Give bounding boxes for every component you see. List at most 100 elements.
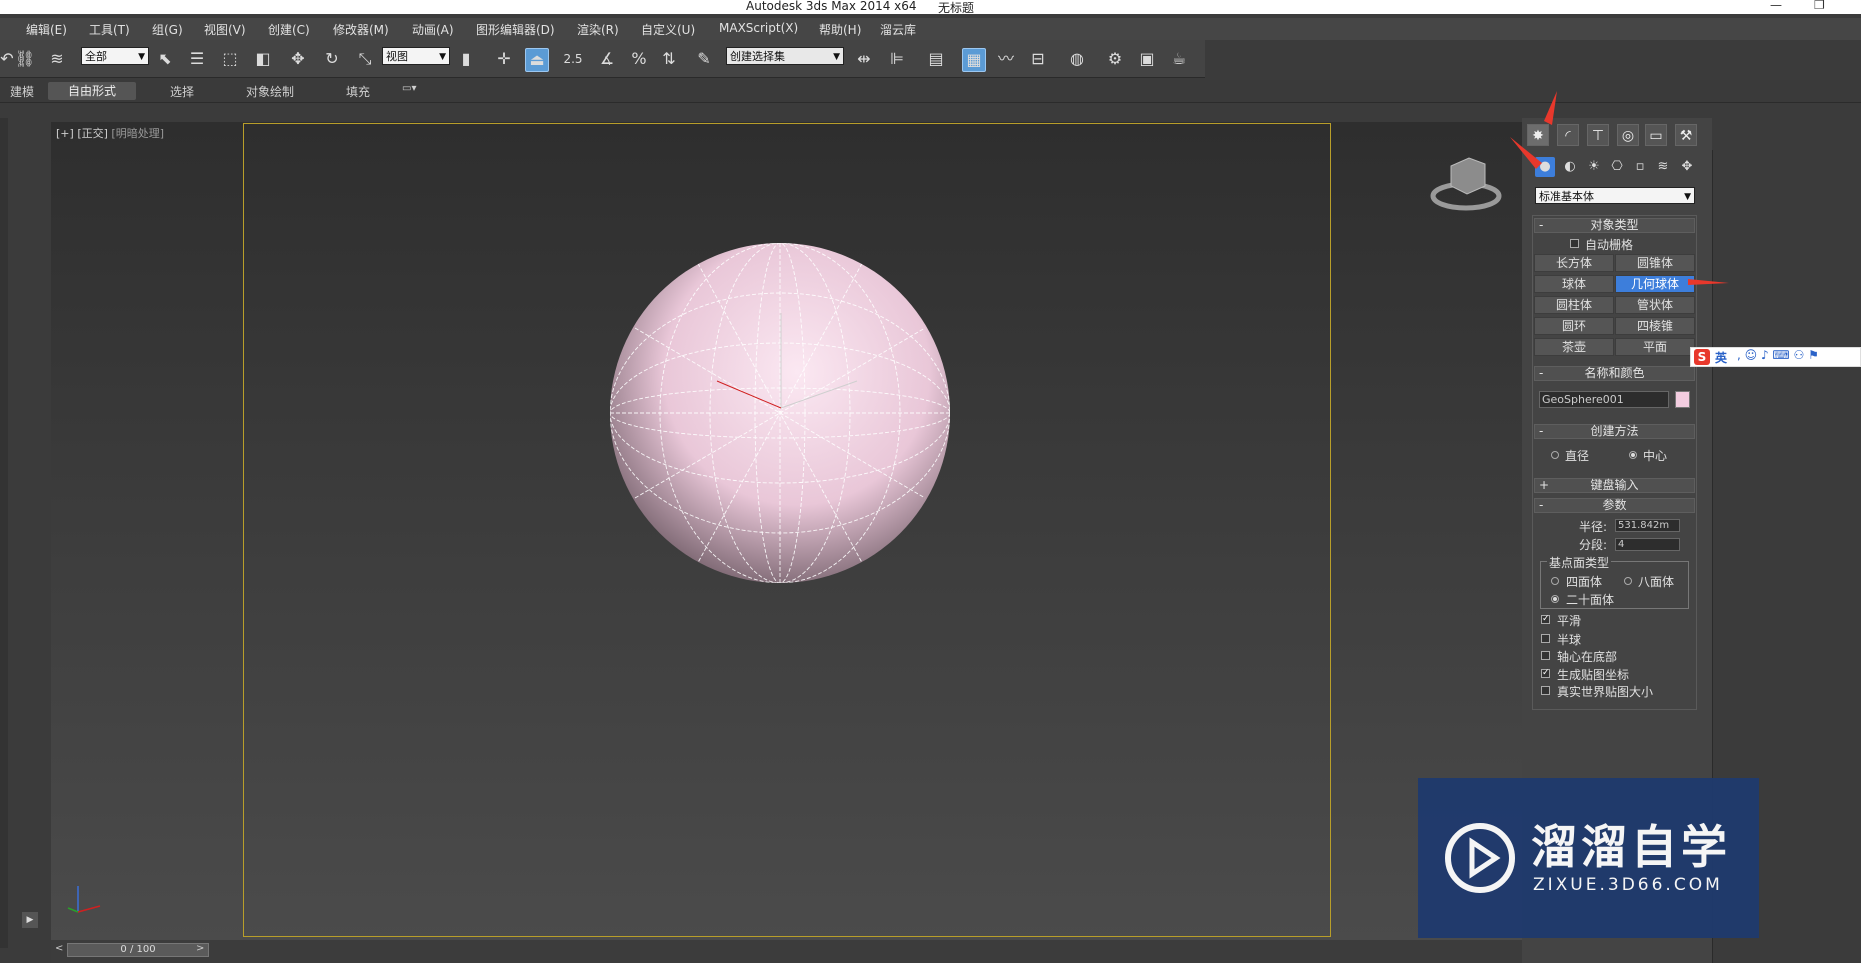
ribbon-options-icon[interactable]: ▭▾ [402,83,416,94]
diameter-radio[interactable] [1551,451,1559,459]
smooth-label: 平滑 [1557,614,1582,628]
arrow-geosphere-icon [1688,279,1729,285]
segments-input[interactable]: 4 [1615,538,1680,551]
main-toolbar: ↶ ⛓ ≋ 全部 ▼ ⬉ ☰ ⬚ ◧ ✥ ↻ ⤡ 视图 ▼ ▮ ✛ ⏏ 2.5 ∡ … [0,40,1205,78]
tab-freeform[interactable]: 自由形式 [48,82,137,100]
icosahedron-radio[interactable] [1551,595,1559,603]
menu-help[interactable]: 帮助(H) [819,21,861,38]
viewport-view-label[interactable]: [正交] [77,127,108,140]
plane-button[interactable]: 平面 [1615,338,1695,356]
timeline[interactable] [51,940,1522,963]
smooth-checkbox[interactable]: ✓ [1541,615,1550,624]
spinner-snap-icon[interactable]: ⇅ [658,48,680,70]
tab-selection[interactable]: 选择 [170,83,194,100]
ime-toolbar[interactable]: S 英 , ☺ ♪ ⌨ ⚇ ⚑ [1690,347,1861,367]
real-world-checkbox[interactable] [1541,686,1550,695]
tab-populate[interactable]: 填充 [346,83,370,100]
pivot-center-icon[interactable]: ▮ [455,48,477,70]
icosahedron-label: 二十面体 [1566,593,1615,607]
menu-rendering[interactable]: 渲染(R) [577,21,619,38]
bind-spacewarp-icon[interactable]: ≋ [46,48,68,70]
rollout-name-color-title: 名称和颜色 [1584,366,1645,380]
menu-maxscript[interactable]: MAXScript(X) [719,21,798,35]
menu-create[interactable]: 创建(C) [268,21,310,38]
link-icon[interactable]: ⛓ [14,48,36,70]
object-name-input[interactable]: GeoSphere001 [1539,391,1669,408]
map-coords-checkbox[interactable]: ✓ [1541,669,1550,678]
rollout-name-color[interactable]: - 名称和颜色 [1534,366,1695,381]
render-icon[interactable]: ☕ [1168,48,1190,70]
edit-named-selection-icon[interactable]: ✎ [693,48,715,70]
ime-language[interactable]: 英 [1715,349,1727,366]
select-object-icon[interactable]: ⬉ [154,48,176,70]
tetrahedron-label: 四面体 [1566,575,1603,589]
snaps-toggle-icon[interactable]: 2.5 [562,48,584,70]
geosphere-object[interactable] [605,238,955,588]
viewport-label[interactable]: [+] [正交] [明暗处理] [56,125,164,141]
base-pivot-checkbox[interactable] [1541,651,1550,660]
move-icon[interactable]: ✥ [287,48,309,70]
tab-modeling[interactable]: 建模 [10,83,34,100]
graphite-ribbon-icon[interactable]: ▦ [962,48,986,72]
menu-bar: 编辑(E) 工具(T) 组(G) 视图(V) 创建(C) 修改器(M) 动画(A… [0,18,1861,40]
menu-edit[interactable]: 编辑(E) [26,21,67,38]
schematic-view-icon[interactable]: ⊟ [1027,48,1049,70]
time-slider[interactable]: 0 / 100 [67,943,209,957]
rollout-parameters[interactable]: - 参数 [1534,498,1695,513]
rect-selection-icon[interactable]: ⬚ [219,48,241,70]
menu-animation[interactable]: 动画(A) [412,21,454,38]
tetrahedron-radio[interactable] [1551,577,1559,585]
hemisphere-checkbox[interactable] [1541,634,1550,643]
menu-tools[interactable]: 工具(T) [89,21,130,38]
select-by-name-icon[interactable]: ☰ [186,48,208,70]
viewport-menu-plus[interactable]: [+] [56,127,74,140]
layer-manager-icon[interactable]: ▤ [925,48,947,70]
object-color-swatch[interactable] [1675,391,1690,408]
radius-input[interactable]: 531.842m [1615,519,1680,532]
reference-coord-select[interactable]: 视图 ▼ [382,47,450,65]
selection-filter-select[interactable]: 全部 ▼ [81,47,149,65]
menu-group[interactable]: 组(G) [152,21,183,38]
radius-label: 半径: [1579,520,1608,534]
arrow-create-tab-icon [1544,91,1557,125]
title-bar: Autodesk 3ds Max 2014 x64 无标题 — ❐ [0,0,1861,15]
angle-snap-icon[interactable]: ∡ [596,48,618,70]
percent-snap-icon[interactable]: % [628,48,650,70]
named-selection-select[interactable]: 创建选择集 ▼ [726,47,844,65]
keyboard-shortcut-override-icon[interactable]: ⏏ [525,48,549,72]
curve-editor-icon[interactable]: 〰 [995,48,1017,70]
mirror-icon[interactable]: ⇹ [853,48,875,70]
render-setup-icon[interactable]: ⚙ [1104,48,1126,70]
minimize-icon[interactable]: — [1770,0,1782,12]
rollout-keyboard-entry[interactable]: + 键盘输入 [1534,478,1695,493]
viewport-shading-label[interactable]: [明暗处理] [111,127,164,140]
rollout-creation-method[interactable]: - 创建方法 [1534,424,1695,439]
center-radio[interactable] [1629,451,1637,459]
menu-customize[interactable]: 自定义(U) [641,21,695,38]
rotate-icon[interactable]: ↻ [321,48,343,70]
menu-graph-editors[interactable]: 图形编辑器(D) [476,21,555,38]
play-icon[interactable]: ▶ [22,912,38,928]
octahedron-radio[interactable] [1624,577,1632,585]
material-editor-icon[interactable]: ◍ [1066,48,1088,70]
rendered-frame-icon[interactable]: ▣ [1136,48,1158,70]
teapot-button[interactable]: 茶壶 [1534,338,1614,356]
rollout-keyboard-entry-title: 键盘输入 [1590,478,1639,492]
ime-tools-icons[interactable]: , ☺ ♪ ⌨ ⚇ ⚑ [1737,348,1819,362]
sogou-logo-icon: S [1694,349,1710,365]
menu-views[interactable]: 视图(V) [204,21,246,38]
window-crossing-icon[interactable]: ◧ [252,48,274,70]
scale-icon[interactable]: ⤡ [354,48,376,70]
pyramid-button[interactable]: 四棱锥 [1615,317,1695,335]
restore-icon[interactable]: ❐ [1814,0,1825,12]
tab-object-paint[interactable]: 对象绘制 [246,83,294,100]
menu-modifiers[interactable]: 修改器(M) [333,21,389,38]
time-prev-icon[interactable]: < [55,943,63,954]
torus-button[interactable]: 圆环 [1534,317,1614,335]
manipulate-icon[interactable]: ✛ [493,48,515,70]
menu-cloud-library[interactable]: 溜云库 [880,21,916,38]
time-next-icon[interactable]: > [196,943,204,954]
viewcube[interactable] [1429,152,1503,214]
center-label: 中心 [1643,449,1668,463]
align-icon[interactable]: ⊫ [886,48,908,70]
